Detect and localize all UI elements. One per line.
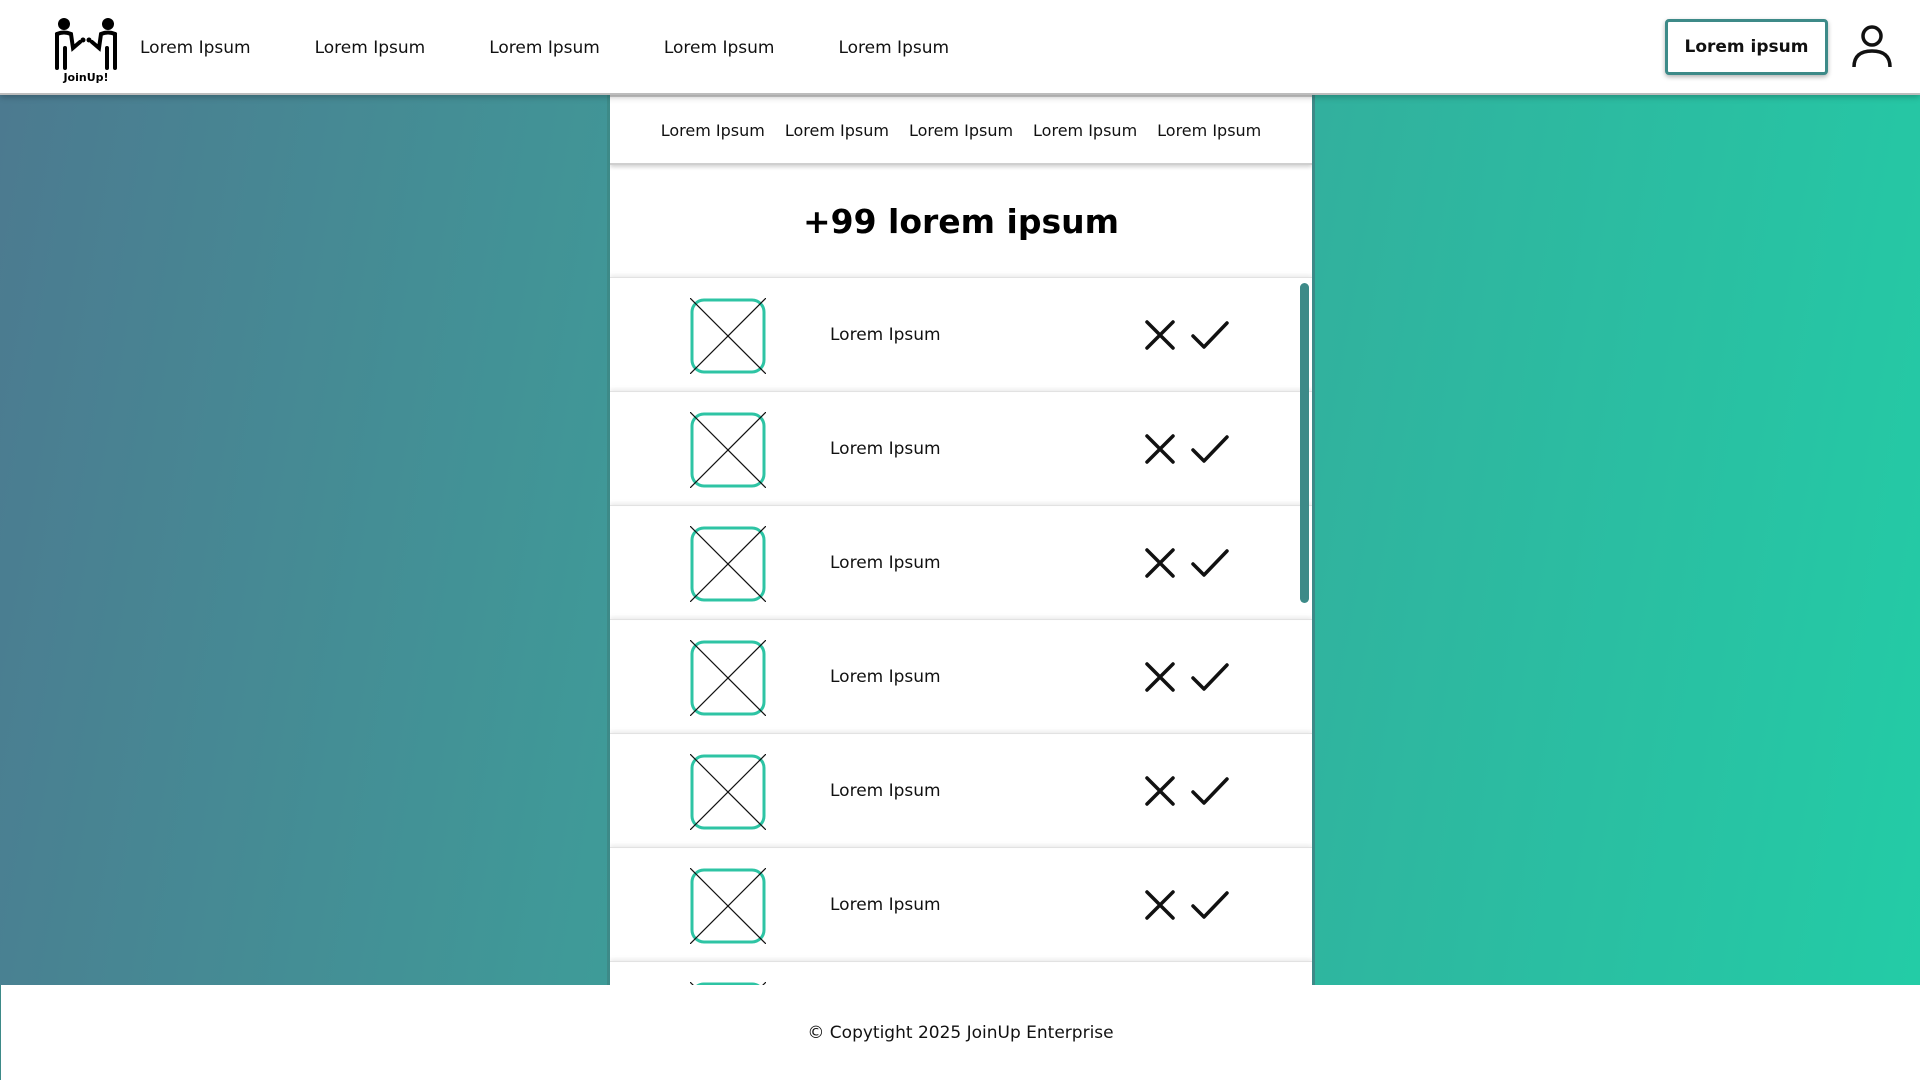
check-icon[interactable] — [1190, 432, 1230, 466]
request-list: Lorem Ipsum Lorem Ipsum Lorem Ipsum Lorem I… — [610, 277, 1312, 985]
image-placeholder-icon — [689, 639, 767, 717]
nav-item-5[interactable]: Lorem Ipsum — [838, 38, 949, 58]
joinup-logo[interactable]: JoinUp! — [53, 18, 119, 86]
list-item-label: Lorem Ipsum — [830, 325, 941, 345]
list-item: Lorem Ipsum — [610, 505, 1312, 619]
top-header: JoinUp! Lorem Ipsum Lorem Ipsum Lorem Ip… — [0, 0, 1920, 95]
nav-item-3[interactable]: Lorem Ipsum — [489, 38, 600, 58]
x-icon[interactable] — [1143, 318, 1177, 352]
subnav-item-1[interactable]: Lorem Ipsum — [661, 121, 765, 140]
list-item-label: Lorem Ipsum — [830, 439, 941, 459]
main-nav: Lorem Ipsum Lorem Ipsum Lorem Ipsum Lore… — [140, 0, 949, 95]
list-item — [610, 961, 1312, 985]
image-placeholder-icon — [689, 753, 767, 831]
check-icon[interactable] — [1190, 318, 1230, 352]
x-icon[interactable] — [1143, 774, 1177, 808]
check-icon[interactable] — [1190, 660, 1230, 694]
header-action-button[interactable]: Lorem ipsum — [1665, 19, 1828, 75]
list-item-label: Lorem Ipsum — [830, 895, 941, 915]
image-placeholder-icon — [689, 411, 767, 489]
image-placeholder-icon — [689, 867, 767, 945]
check-icon[interactable] — [1190, 774, 1230, 808]
list-item-label: Lorem Ipsum — [830, 553, 941, 573]
copyright-text: © Copytight 2025 JoinUp Enterprise — [807, 1022, 1114, 1043]
x-icon[interactable] — [1143, 546, 1177, 580]
list-item-label: Lorem Ipsum — [830, 667, 941, 687]
subnav-item-2[interactable]: Lorem Ipsum — [785, 121, 889, 140]
list-item: Lorem Ipsum — [610, 619, 1312, 733]
nav-item-1[interactable]: Lorem Ipsum — [140, 38, 251, 58]
subnav-item-3[interactable]: Lorem Ipsum — [909, 121, 1013, 140]
image-placeholder-icon — [689, 297, 767, 375]
subnav-item-4[interactable]: Lorem Ipsum — [1033, 121, 1137, 140]
list-item: Lorem Ipsum — [610, 847, 1312, 961]
panel-title: +99 lorem ipsum — [802, 201, 1120, 241]
sub-nav: Lorem Ipsum Lorem Ipsum Lorem Ipsum Lore… — [610, 95, 1312, 165]
check-icon[interactable] — [1190, 888, 1230, 922]
check-icon[interactable] — [1190, 546, 1230, 580]
nav-item-4[interactable]: Lorem Ipsum — [664, 38, 775, 58]
list-item: Lorem Ipsum — [610, 391, 1312, 505]
subnav-item-5[interactable]: Lorem Ipsum — [1157, 121, 1261, 140]
x-icon[interactable] — [1143, 432, 1177, 466]
list-item-label: Lorem Ipsum — [830, 781, 941, 801]
image-placeholder-icon — [689, 525, 767, 603]
list-item: Lorem Ipsum — [610, 733, 1312, 847]
x-icon[interactable] — [1143, 888, 1177, 922]
nav-item-2[interactable]: Lorem Ipsum — [315, 38, 426, 58]
list-scrollbar[interactable] — [1300, 283, 1309, 603]
x-icon[interactable] — [1143, 660, 1177, 694]
list-item: Lorem Ipsum — [610, 277, 1312, 391]
logo-text: JoinUp! — [63, 71, 109, 84]
content-panel: Lorem Ipsum Lorem Ipsum Lorem Ipsum Lore… — [607, 95, 1315, 985]
footer: © Copytight 2025 JoinUp Enterprise — [0, 985, 1920, 1080]
user-icon[interactable] — [1852, 25, 1892, 69]
people-logo-icon — [55, 18, 117, 70]
